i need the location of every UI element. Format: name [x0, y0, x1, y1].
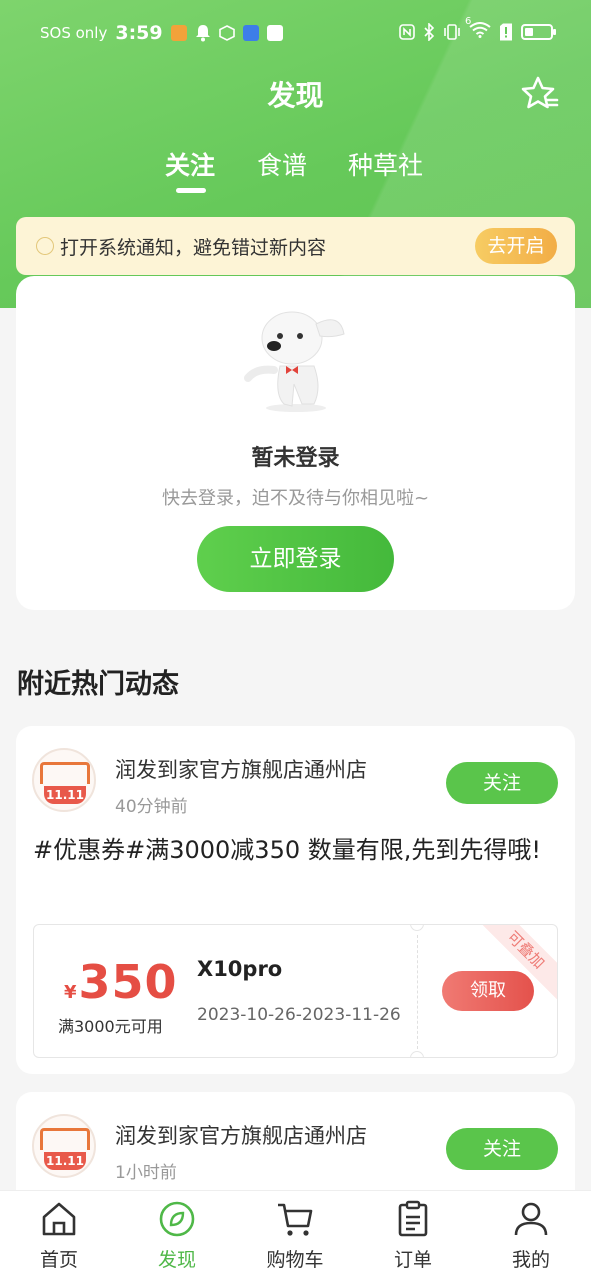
battery-icon: [521, 24, 556, 40]
cart-icon: [278, 1203, 313, 1236]
status-left: SOS only 3:59: [40, 22, 283, 44]
wifi-indicator: 6: [465, 16, 491, 42]
coupon-divider: [417, 935, 418, 1049]
tab-recipes[interactable]: 食谱: [257, 146, 307, 182]
status-bar: SOS only 3:59 6: [0, 16, 591, 50]
post-time: 40分钟前: [115, 797, 188, 817]
coupon-notch-bottom: [410, 1051, 424, 1057]
home-icon: [42, 1202, 76, 1236]
notice-text: 打开系统通知，避免错过新内容: [60, 237, 327, 259]
post-text: #优惠券#满3000减350 数量有限,先到先得哦!: [33, 836, 541, 864]
follow-button[interactable]: 关注: [446, 762, 558, 804]
app-notification-icon: [170, 25, 187, 41]
network-badge: 6: [465, 16, 472, 27]
bottom-navigation: 首页 发现 购物车 订单 我的: [0, 1190, 591, 1280]
star-icon[interactable]: [520, 74, 560, 114]
tab-community[interactable]: 种草社: [348, 146, 423, 182]
coupon-condition: 满3000元可用: [58, 1017, 163, 1036]
smile-icon: [36, 237, 54, 255]
nav-label: 我的: [511, 1249, 550, 1271]
login-subtitle: 快去登录，迫不及待与你相见啦~: [161, 488, 430, 509]
section-title: 附近热门动态: [17, 669, 179, 700]
user-icon: [514, 1202, 548, 1236]
currency-symbol: ¥: [64, 982, 77, 1003]
store-name[interactable]: 润发到家官方旗舰店通州店: [115, 1120, 367, 1150]
nav-discover[interactable]: 发现: [118, 1191, 236, 1280]
login-card: 暂未登录 快去登录，迫不及待与你相见啦~ 立即登录: [16, 276, 575, 610]
nav-home[interactable]: 首页: [0, 1191, 118, 1280]
bluetooth-icon: [424, 23, 435, 41]
nav-profile[interactable]: 我的: [472, 1191, 590, 1280]
store-logo-mark: [40, 762, 90, 784]
store-avatar[interactable]: 11.11: [32, 1114, 96, 1178]
bell-icon: [195, 25, 210, 42]
post-card[interactable]: 11.11 润发到家官方旗舰店通州店 40分钟前 关注 #优惠券#满3000减3…: [16, 726, 575, 1074]
mascot-dog-illustration: [244, 311, 345, 412]
coupon-amount: ¥ 350: [64, 955, 178, 1009]
order-icon: [398, 1200, 428, 1237]
coupon-title: X10pro: [197, 957, 283, 981]
nav-cart[interactable]: 购物车: [236, 1191, 354, 1280]
store-logo-badge: 11.11: [44, 786, 86, 804]
coupon-value: 350: [78, 955, 178, 1009]
tab-bar: 关注 食谱 种草社: [0, 146, 591, 198]
store-logo-mark: [40, 1128, 90, 1150]
status-right: 6: [399, 16, 556, 42]
store-name[interactable]: 润发到家官方旗舰店通州店: [115, 754, 367, 784]
vibrate-icon: [444, 24, 460, 40]
notification-banner: 打开系统通知，避免错过新内容 去开启: [16, 217, 575, 275]
post-time: 1小时前: [115, 1163, 177, 1183]
store-avatar[interactable]: 11.11: [32, 748, 96, 812]
wifi-icon: [469, 22, 491, 38]
clock: 3:59: [115, 22, 163, 44]
nav-label: 发现: [157, 1249, 196, 1271]
nav-label: 订单: [393, 1249, 432, 1271]
coupon-date-range: 2023-10-26-2023-11-26: [197, 1005, 401, 1025]
follow-button[interactable]: 关注: [446, 1128, 558, 1170]
login-title: 暂未登录: [251, 446, 340, 471]
nav-orders[interactable]: 订单: [354, 1191, 472, 1280]
login-button[interactable]: 立即登录: [197, 526, 394, 592]
nfc-icon: [399, 24, 415, 40]
enable-notifications-button[interactable]: 去开启: [475, 228, 557, 264]
runner-app-icon: [266, 25, 283, 41]
box-icon: [218, 25, 235, 41]
coupon-notch-top: [410, 925, 424, 931]
coupon-card[interactable]: ¥ 350 满3000元可用 X10pro 2023-10-26-2023-11…: [33, 924, 558, 1058]
store-logo-badge: 11.11: [44, 1152, 86, 1170]
compass-icon: [159, 1201, 195, 1237]
page-title: 发现: [267, 79, 324, 112]
tab-underline: [176, 188, 206, 193]
bird-app-icon: [242, 25, 259, 41]
claim-coupon-button[interactable]: 领取: [442, 971, 534, 1011]
nav-label: 购物车: [266, 1249, 324, 1271]
carrier-text: SOS only: [40, 24, 108, 42]
sim-alert-icon: [500, 23, 512, 41]
tab-follow[interactable]: 关注: [165, 146, 215, 182]
nav-label: 首页: [39, 1249, 78, 1271]
